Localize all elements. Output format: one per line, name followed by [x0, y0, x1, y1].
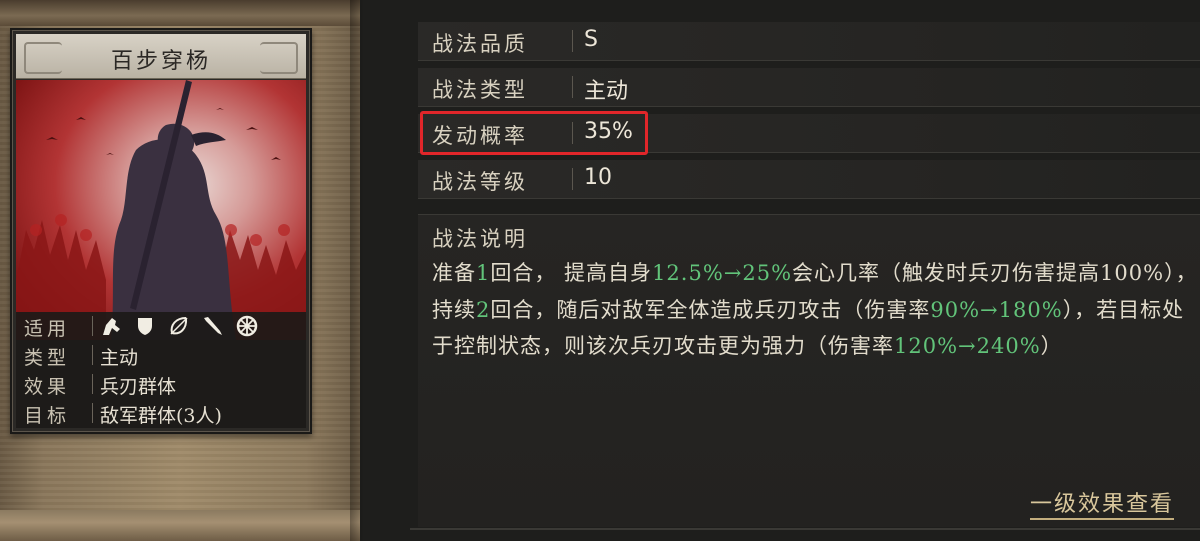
scroll-shadow: [350, 0, 364, 541]
bottom-divider: [410, 528, 1200, 530]
shield-infantry-icon: [134, 315, 156, 337]
skill-card[interactable]: 百步穿杨 适用 类型 主动 效果 兵刃群体 目标 敌军群体(3人): [10, 28, 312, 434]
trigger-rate-annotation-box: [420, 111, 648, 155]
info-separator: [92, 316, 93, 336]
scroll-bottom-rod: [0, 510, 360, 541]
info-label: 目标: [24, 405, 71, 427]
unit-type-icons: [100, 315, 258, 337]
attr-row-quality: 战法品质 S: [418, 22, 1200, 61]
siege-wheel-icon: [236, 315, 258, 337]
level-one-effect-link[interactable]: 一级效果查看: [1030, 486, 1175, 520]
info-row-effect: 效果 兵刃群体: [16, 370, 306, 398]
description-highlight-value: 12.5%→25%: [652, 261, 793, 285]
info-label: 类型: [24, 347, 71, 369]
info-separator: [92, 403, 93, 423]
info-row-target: 目标 敌军群体(3人): [16, 399, 306, 427]
cavalry-icon: [100, 315, 122, 337]
info-separator: [92, 374, 93, 394]
info-separator: [92, 345, 93, 365]
info-row-applicable: 适用: [16, 312, 306, 340]
info-label: 适用: [24, 318, 71, 340]
attr-label: 战法类型: [432, 78, 528, 102]
attr-value: S: [584, 27, 598, 52]
skill-description-section: 战法说明 准备1回合， 提高自身12.5%→25%会心几率（触发时兵刃伤害提高1…: [418, 214, 1200, 527]
bow-archer-icon: [168, 315, 190, 337]
info-row-type: 类型 主动: [16, 341, 306, 369]
attr-separator: [572, 168, 573, 190]
attr-row-level: 战法等级 10: [418, 160, 1200, 199]
info-value: 兵刃群体: [100, 376, 177, 398]
attr-separator: [572, 30, 573, 52]
scroll-top-rod: [0, 0, 360, 26]
card-info-panel: 适用 类型 主动 效果 兵刃群体 目标 敌军群体(3人): [16, 312, 306, 428]
attr-row-type: 战法类型 主动: [418, 68, 1200, 107]
description-highlight-value: 120%→240%: [894, 334, 1041, 358]
description-highlight-value: 2: [476, 297, 491, 322]
skill-illustration: [16, 80, 306, 340]
attr-separator: [572, 76, 573, 98]
description-highlight-value: 90%→180%: [930, 297, 1063, 322]
description-title: 战法说明: [432, 227, 528, 251]
info-value: 主动: [100, 347, 139, 369]
description-segment: 准备: [432, 261, 476, 285]
card-title-bar: 百步穿杨: [16, 34, 306, 79]
attr-value: 主动: [584, 79, 629, 104]
attr-label: 战法品质: [432, 32, 528, 56]
info-value: 敌军群体(3人): [100, 405, 222, 427]
description-text: 准备1回合， 提高自身12.5%→25%会心几率（触发时兵刃伤害提高100%），…: [432, 255, 1200, 365]
description-segment: ）: [1040, 334, 1063, 358]
info-label: 效果: [24, 376, 71, 398]
attr-value: 10: [584, 165, 612, 190]
card-title: 百步穿杨: [110, 49, 211, 74]
description-highlight-value: 1: [476, 261, 491, 285]
description-segment: 回合， 提高自身: [490, 261, 653, 285]
spear-icon: [202, 315, 224, 337]
attr-label: 战法等级: [432, 170, 528, 194]
description-segment: 回合，随后对敌军全体造成兵刃攻击（伤害率: [490, 297, 931, 322]
